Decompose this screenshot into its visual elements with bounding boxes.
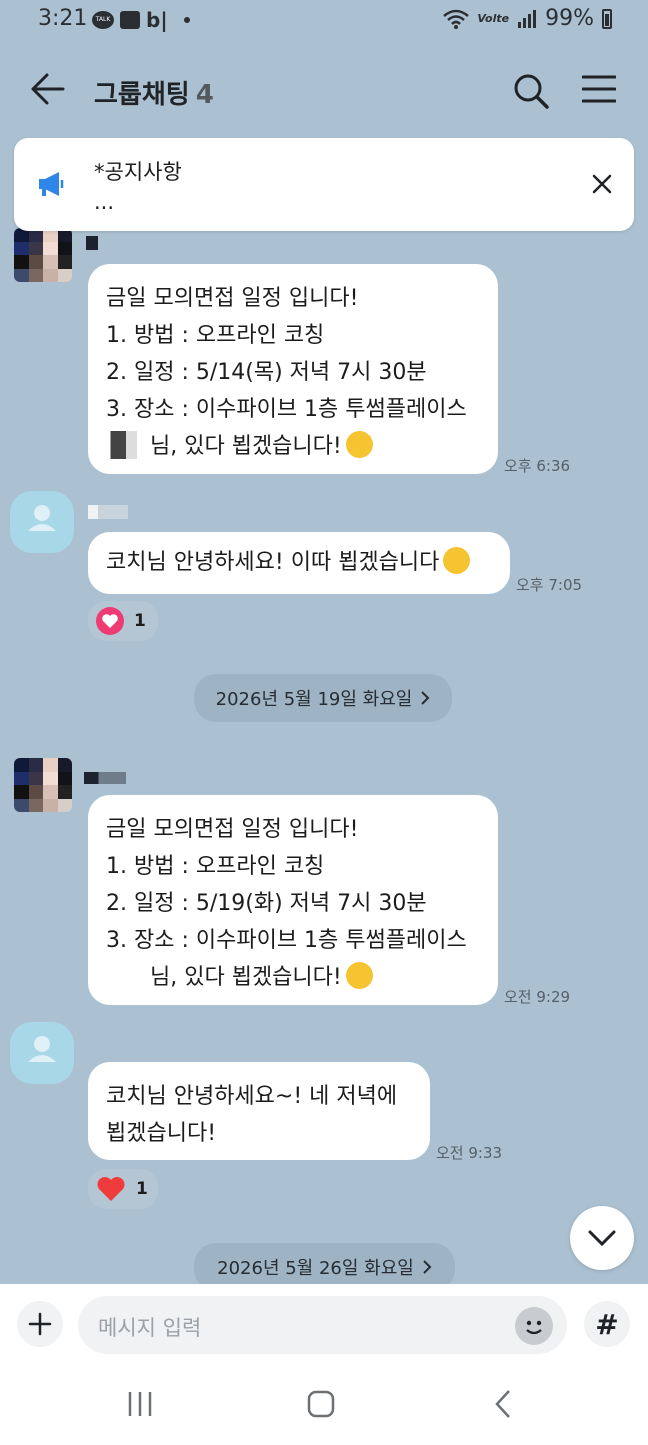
- battery-percent: 99%: [545, 6, 594, 31]
- date-text: 2026년 5월 26일 화요일: [217, 1258, 414, 1279]
- gallery-icon: [120, 11, 140, 29]
- hashtag-button[interactable]: #: [584, 1301, 630, 1347]
- volte-label: Volte: [477, 12, 510, 25]
- heart-red-icon: [97, 1177, 125, 1201]
- name-mosaic: [106, 962, 150, 990]
- reaction-count: 1: [134, 611, 146, 631]
- reaction-badge[interactable]: 1: [88, 601, 158, 641]
- message-input-placeholder: 메시지 입력: [98, 1316, 202, 1340]
- message-bubble[interactable]: 코치님 안녕하세요~! 네 저녁에 뵙겠습니다!: [88, 1062, 430, 1160]
- emoticon-icon: [526, 1320, 542, 1335]
- message-line: 금일 모의면접 일정 입니다!: [106, 286, 359, 311]
- message-time: 오후 6:36: [504, 457, 571, 475]
- talk-icon: TALK: [92, 11, 114, 29]
- hashtag-icon: #: [595, 1307, 619, 1341]
- message-time: 오전 9:33: [436, 1144, 503, 1162]
- scroll-down-button[interactable]: [570, 1206, 634, 1270]
- recent-apps-icon[interactable]: [126, 1390, 154, 1418]
- home-icon[interactable]: [307, 1390, 335, 1418]
- battery-icon: [602, 8, 612, 29]
- status-right: Volte 99%: [443, 6, 612, 31]
- date-divider[interactable]: 2026년 5월 19일 화요일: [194, 674, 452, 722]
- message-line: 1. 방법 : 오프라인 코칭: [106, 854, 325, 879]
- message-line: 님, 있다 뵙겠습니다!: [106, 428, 480, 465]
- message-line: 님, 있다 뵙겠습니다!: [106, 959, 480, 996]
- smiling-emoji-icon: [345, 962, 373, 989]
- search-icon[interactable]: [512, 72, 550, 110]
- back-icon[interactable]: [493, 1389, 513, 1419]
- notice-banner[interactable]: *공지사항 ...: [14, 138, 634, 231]
- message-bubble[interactable]: 코치님 안녕하세요! 이따 뵙겠습니다: [88, 532, 510, 594]
- chevron-right-icon: [423, 1260, 432, 1274]
- reaction-badge[interactable]: 1: [88, 1169, 158, 1209]
- input-bar: 메시지 입력 #: [0, 1284, 648, 1364]
- avatar[interactable]: [14, 758, 72, 812]
- avatar[interactable]: [10, 1022, 74, 1084]
- notice-title: *공지사항: [94, 160, 182, 184]
- default-profile-icon: [28, 505, 56, 531]
- sender-name-mosaic: [88, 505, 128, 519]
- emoji-button[interactable]: [515, 1307, 553, 1345]
- message-text: 님, 있다 뵙겠습니다!: [150, 965, 342, 990]
- signal-icon: [518, 9, 537, 28]
- back-arrow-icon[interactable]: [30, 72, 66, 106]
- message-line: 2. 일정 : 5/14(목) 저녁 7시 30분: [106, 360, 427, 385]
- chat-title-text: 그룹채팅: [94, 80, 190, 110]
- dot-icon: [183, 17, 190, 23]
- plus-icon: [28, 1312, 52, 1336]
- name-mosaic: [106, 431, 150, 459]
- plus-button[interactable]: [17, 1301, 63, 1347]
- smiling-emoji-icon: [443, 547, 471, 574]
- status-time: 3:21: [38, 6, 88, 31]
- wifi-icon: [443, 9, 470, 29]
- notice-subtitle: ...: [94, 190, 115, 214]
- avatar[interactable]: [10, 491, 74, 553]
- smiling-emoji-icon: [345, 431, 373, 458]
- b-icon: b|: [146, 8, 168, 32]
- menu-icon[interactable]: [582, 74, 616, 104]
- close-icon[interactable]: [592, 174, 612, 194]
- message-input[interactable]: 메시지 입력: [78, 1296, 567, 1354]
- message-line: 코치님 안녕하세요~! 네 저녁에: [106, 1084, 398, 1109]
- message-line: 금일 모의면접 일정 입니다!: [106, 817, 359, 842]
- heart-pink-icon: [96, 607, 124, 635]
- megaphone-icon: [39, 172, 64, 196]
- sender-name-mosaic: [84, 772, 126, 784]
- avatar[interactable]: [14, 228, 72, 282]
- message-text: 코치님 안녕하세요! 이따 뵙겠습니다: [106, 550, 440, 575]
- message-line: 뵙겠습니다!: [106, 1121, 217, 1146]
- message-line: 3. 장소 : 이수파이브 1층 투썸플레이스: [106, 928, 467, 953]
- message-line: 3. 장소 : 이수파이브 1층 투썸플레이스: [106, 397, 467, 422]
- chevron-down-icon: [588, 1230, 616, 1246]
- chat-title: 그룹채팅 4: [94, 74, 214, 111]
- message-time: 오후 7:05: [516, 576, 583, 594]
- status-app-icons: TALK b|: [92, 8, 190, 32]
- date-text: 2026년 5월 19일 화요일: [215, 689, 413, 710]
- message-line: 2. 일정 : 5/19(화) 저녁 7시 30분: [106, 891, 427, 916]
- message-time: 오전 9:29: [504, 988, 571, 1006]
- message-line: 1. 방법 : 오프라인 코칭: [106, 323, 325, 348]
- message-text: 님, 있다 뵙겠습니다!: [150, 434, 342, 459]
- member-count: 4: [195, 80, 214, 110]
- reaction-count: 1: [136, 1179, 148, 1199]
- message-bubble[interactable]: 금일 모의면접 일정 입니다! 1. 방법 : 오프라인 코칭 2. 일정 : …: [88, 795, 498, 1005]
- system-nav-bar: [0, 1364, 648, 1445]
- default-profile-icon: [28, 1036, 56, 1062]
- sender-name-mosaic: [86, 236, 98, 250]
- message-bubble[interactable]: 금일 모의면접 일정 입니다! 1. 방법 : 오프라인 코칭 2. 일정 : …: [88, 264, 498, 474]
- chevron-right-icon: [421, 691, 430, 705]
